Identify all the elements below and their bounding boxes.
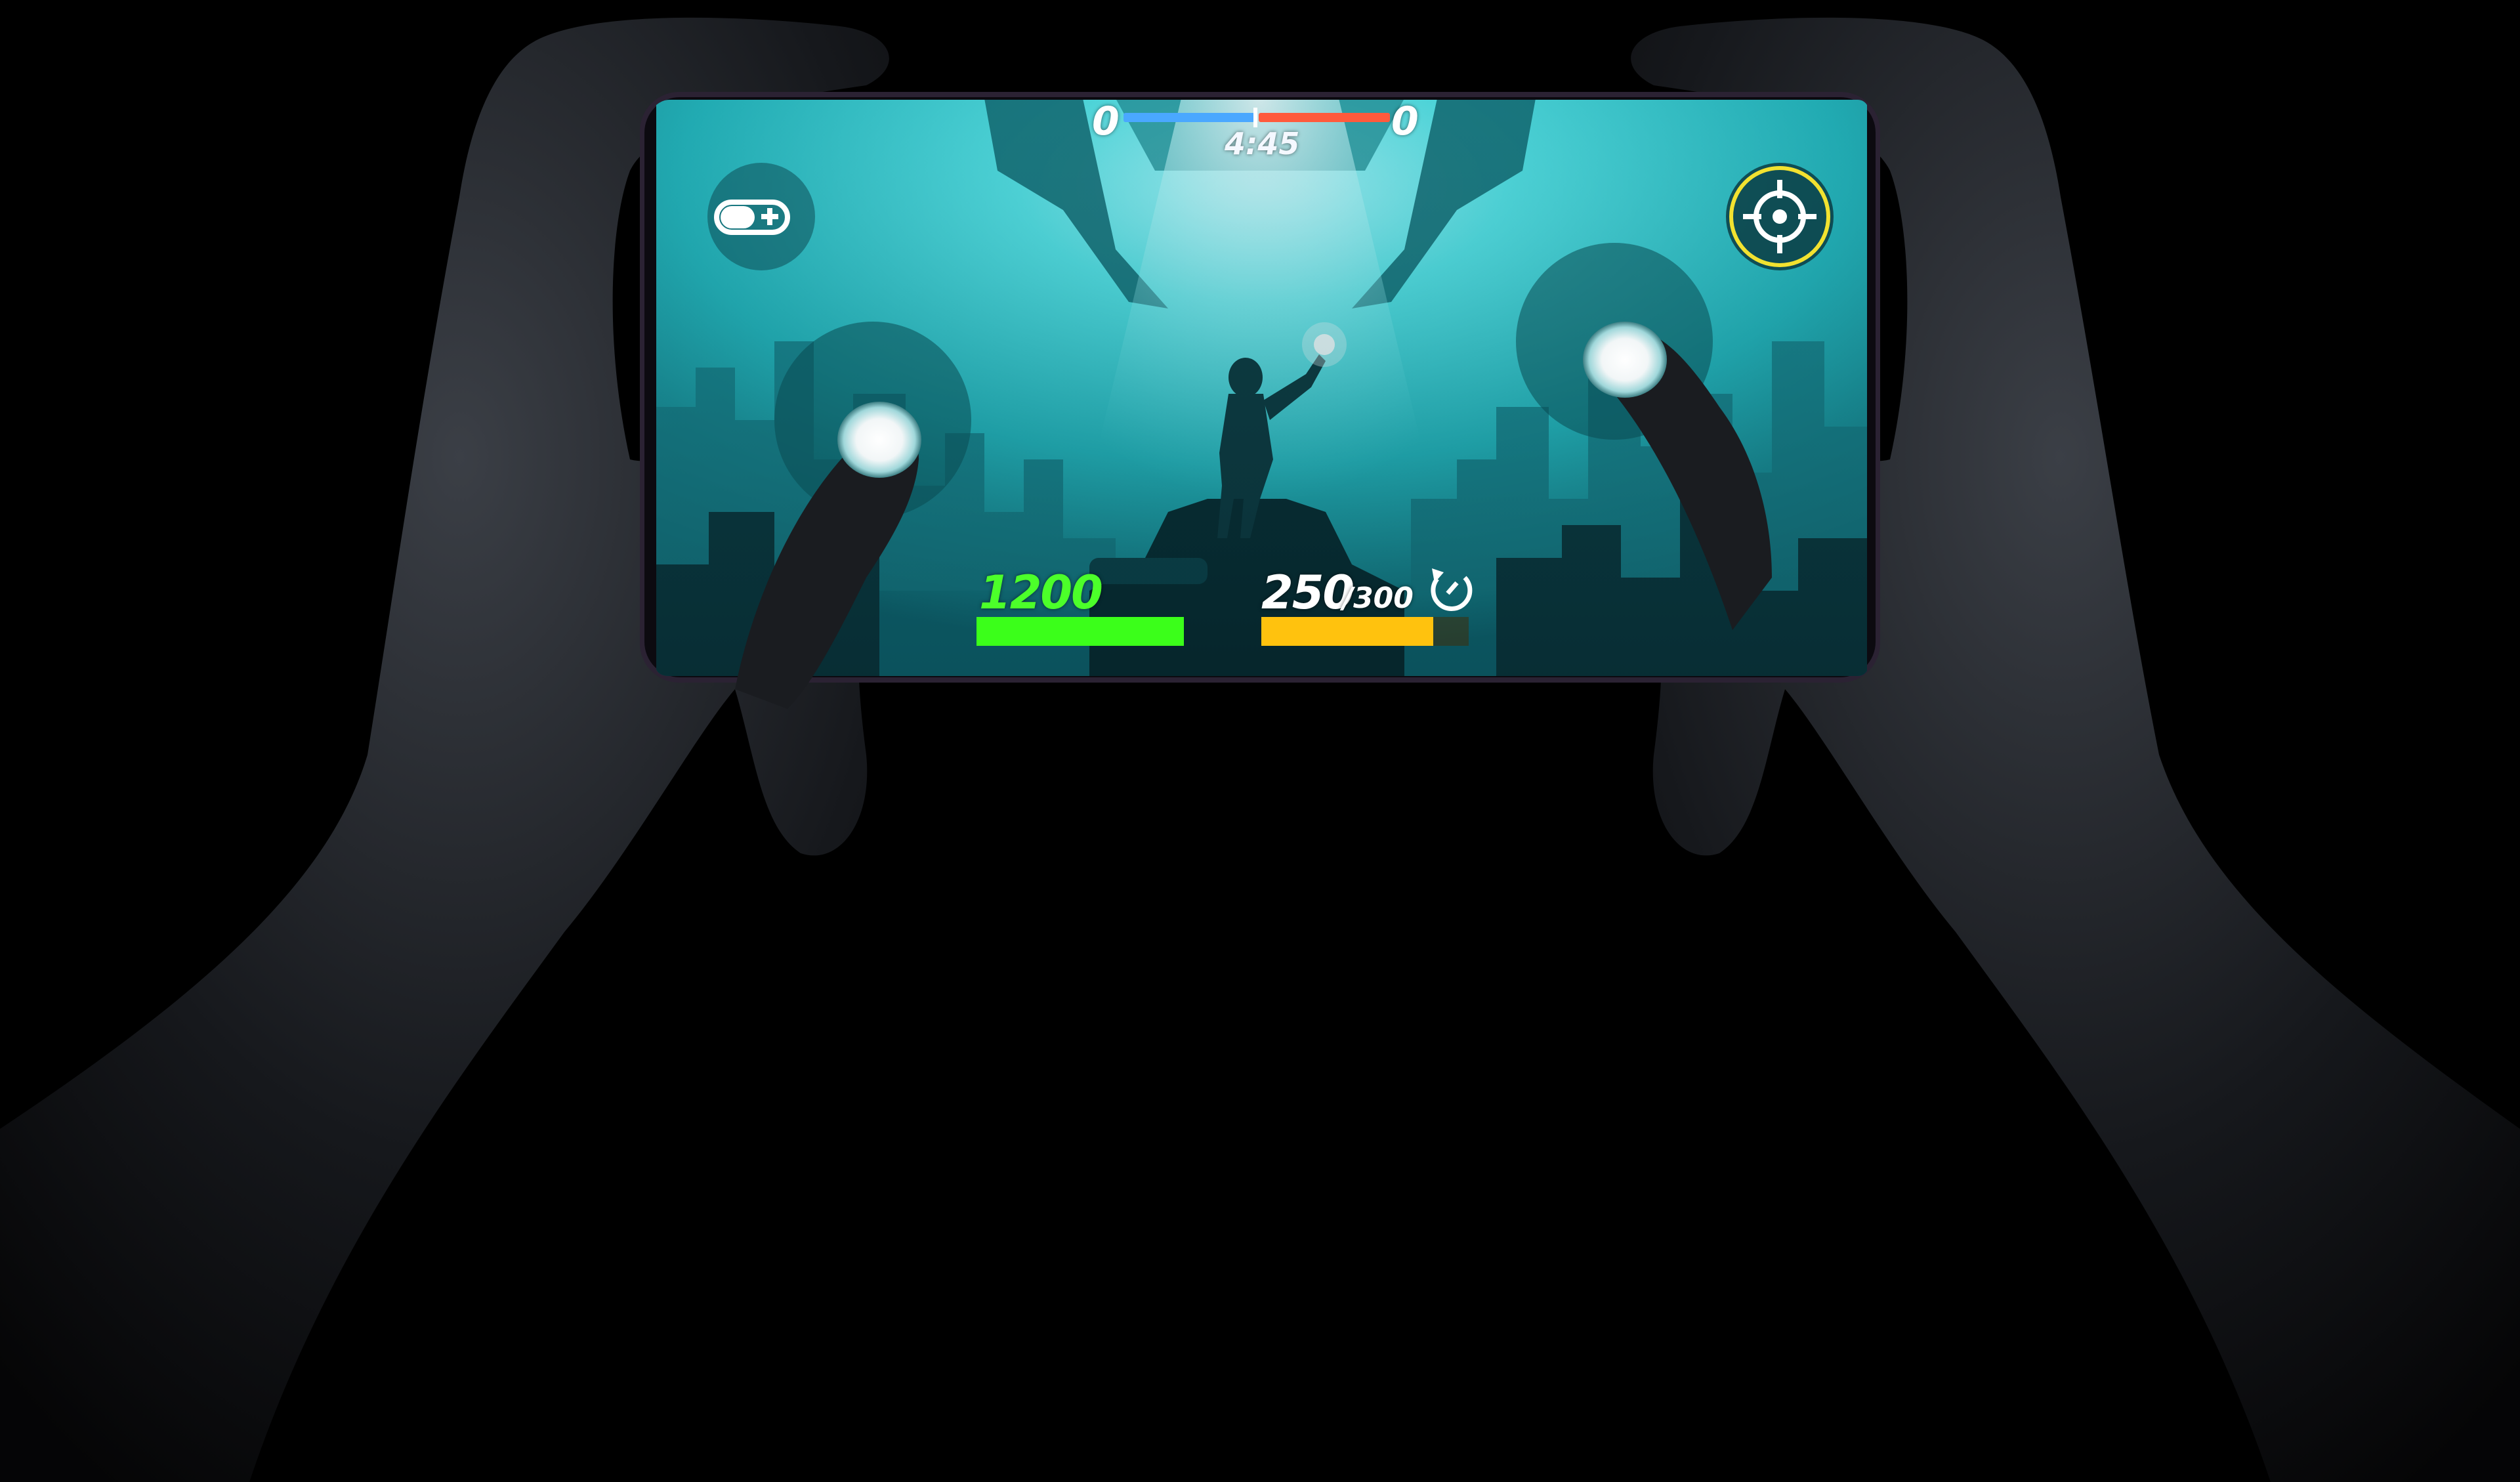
ammo-current: 250: [1261, 566, 1354, 620]
health-bar-fill: [976, 617, 1184, 646]
game-scene: [0, 17, 2520, 1482]
team-right-score: 0: [1391, 98, 1419, 144]
team-left-score: 0: [1092, 98, 1120, 144]
match-timer: 4:45: [1225, 126, 1300, 161]
battery-plus-button[interactable]: [707, 163, 815, 270]
health-bar: [976, 617, 1184, 646]
ammo-bar: [1261, 617, 1469, 646]
ammo-max: /300: [1343, 582, 1414, 615]
ammo-bar-fill: [1261, 617, 1433, 646]
crosshair-button[interactable]: [1726, 163, 1834, 270]
health-value: 1200: [979, 566, 1103, 620]
